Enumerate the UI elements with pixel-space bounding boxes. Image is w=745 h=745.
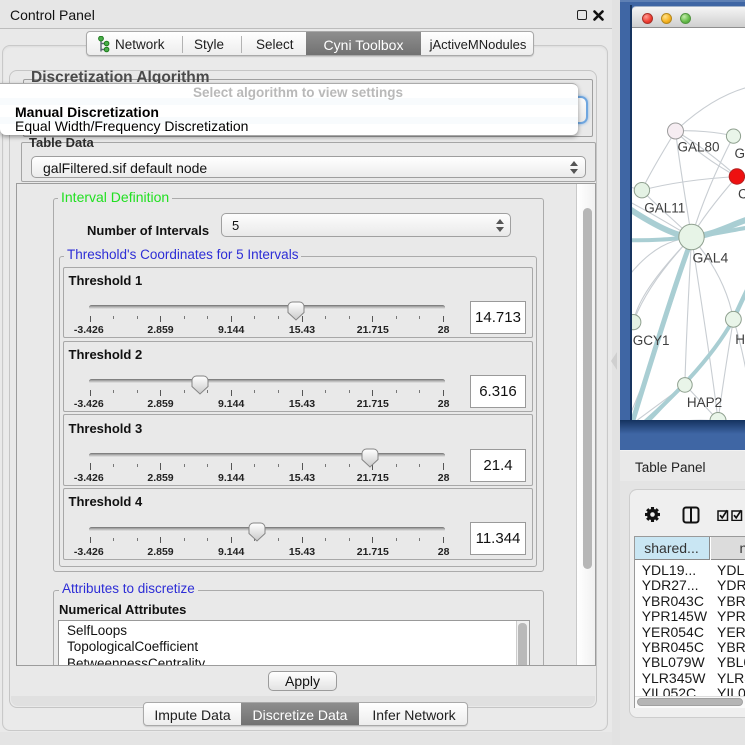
svg-text:GAL4: GAL4 (692, 249, 728, 265)
svg-text:GAL1: GAL1 (734, 146, 745, 161)
svg-text:GAL80: GAL80 (677, 139, 719, 154)
svg-text:HIS4: HIS4 (735, 332, 745, 347)
svg-text:GAL11: GAL11 (644, 200, 685, 215)
svg-text:GCY1: GCY1 (632, 333, 669, 348)
svg-text:HAP2: HAP2 (686, 395, 721, 410)
svg-text:C: C (738, 186, 745, 201)
